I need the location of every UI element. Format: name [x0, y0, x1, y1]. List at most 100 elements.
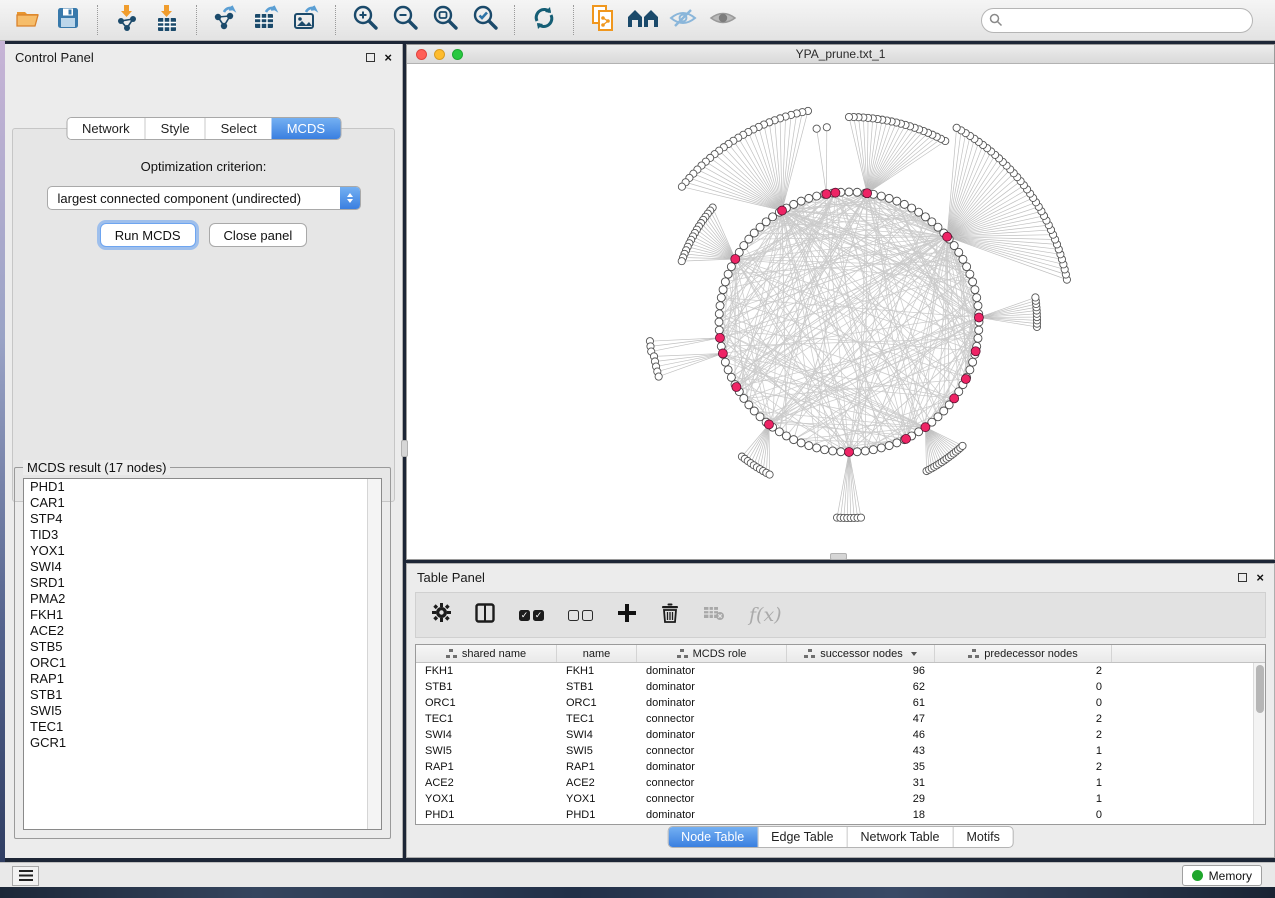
table-row[interactable]: SWI5SWI5connector431 — [416, 743, 1265, 759]
graph-node[interactable] — [853, 448, 861, 456]
table-row[interactable]: YOX1YOX1connector291 — [416, 791, 1265, 807]
graph-node[interactable] — [805, 442, 813, 450]
graph-node[interactable] — [869, 446, 877, 454]
column-header-mcds-role[interactable]: MCDS role — [637, 645, 787, 662]
column-header-shared-name[interactable]: shared name — [416, 645, 557, 662]
table-cell[interactable]: connector — [637, 711, 787, 727]
mcds-result-item[interactable]: SWI4 — [24, 559, 381, 575]
table-cell[interactable]: 62 — [787, 679, 935, 695]
table-cell[interactable]: YOX1 — [416, 791, 557, 807]
open-file-button[interactable] — [11, 4, 45, 36]
export-image-button[interactable] — [289, 4, 323, 36]
table-cell[interactable]: 47 — [787, 711, 935, 727]
mcds-result-item[interactable]: SRD1 — [24, 575, 381, 591]
network-canvas[interactable] — [407, 64, 1274, 559]
zoom-out-button[interactable] — [388, 4, 422, 36]
graph-node[interactable] — [813, 192, 821, 200]
table-row[interactable]: STB1STB1dominator620 — [416, 679, 1265, 695]
table-settings-button[interactable] — [432, 603, 451, 627]
table-cell[interactable]: dominator — [637, 679, 787, 695]
graph-mcds-node[interactable] — [731, 254, 740, 263]
table-cell[interactable]: dominator — [637, 695, 787, 711]
table-scrollbar[interactable] — [1253, 663, 1265, 824]
mcds-result-item[interactable]: FKH1 — [24, 607, 381, 623]
mcds-result-item[interactable]: TEC1 — [24, 719, 381, 735]
table-cell[interactable]: 31 — [787, 775, 935, 791]
graph-node[interactable] — [790, 200, 798, 208]
mcds-result-list[interactable]: PHD1CAR1STP4TID3YOX1SWI4SRD1PMA2FKH1ACE2… — [23, 478, 382, 830]
graph-leaf-node[interactable] — [766, 471, 773, 478]
float-table-panel-icon[interactable] — [1238, 573, 1247, 582]
table-cell[interactable]: RAP1 — [557, 759, 637, 775]
table-cell[interactable]: 2 — [935, 727, 1112, 743]
mcds-result-item[interactable]: PMA2 — [24, 591, 381, 607]
table-cell[interactable]: ORC1 — [557, 695, 637, 711]
network-graph[interactable] — [407, 64, 1274, 559]
graph-node[interactable] — [821, 446, 829, 454]
graph-node[interactable] — [885, 442, 893, 450]
graph-node[interactable] — [908, 204, 916, 212]
table-row[interactable]: PHD1PHD1dominator180 — [416, 807, 1265, 823]
table-cell[interactable]: PHD1 — [557, 807, 637, 823]
close-table-panel-icon[interactable]: × — [1256, 573, 1264, 582]
graph-node[interactable] — [797, 439, 805, 447]
close-panel-button[interactable]: Close panel — [209, 223, 308, 247]
graph-mcds-node[interactable] — [974, 313, 983, 322]
tab-network[interactable]: Network — [67, 118, 145, 139]
export-table-button[interactable] — [249, 4, 283, 36]
graph-node[interactable] — [790, 436, 798, 444]
graph-leaf-node[interactable] — [813, 125, 820, 132]
graph-node[interactable] — [963, 263, 971, 271]
mcds-result-item[interactable]: ORC1 — [24, 655, 381, 671]
table-cell[interactable]: SWI5 — [416, 743, 557, 759]
mcds-result-item[interactable]: RAP1 — [24, 671, 381, 687]
graph-node[interactable] — [721, 358, 729, 366]
mcds-result-item[interactable]: STP4 — [24, 511, 381, 527]
graph-mcds-node[interactable] — [950, 394, 959, 403]
graph-node[interactable] — [877, 444, 885, 452]
graph-mcds-node[interactable] — [764, 420, 773, 429]
table-cell[interactable]: 1 — [935, 743, 1112, 759]
table-cell[interactable]: FKH1 — [416, 663, 557, 679]
select-all-button[interactable]: ✓ ✓ — [519, 610, 544, 621]
column-header-predecessor-nodes[interactable]: predecessor nodes — [935, 645, 1112, 662]
graph-mcds-node[interactable] — [718, 349, 727, 358]
graph-mcds-node[interactable] — [863, 189, 872, 198]
graph-node[interactable] — [975, 326, 983, 334]
table-scrollbar-thumb[interactable] — [1256, 665, 1264, 713]
apply-layout-button[interactable] — [527, 4, 561, 36]
table-cell[interactable]: STB1 — [557, 679, 637, 695]
graph-node[interactable] — [727, 373, 735, 381]
network-window-titlebar[interactable]: YPA_prune.txt_1 — [407, 45, 1274, 64]
table-cell[interactable]: TEC1 — [416, 711, 557, 727]
table-cell[interactable]: connector — [637, 791, 787, 807]
graph-node[interactable] — [845, 188, 853, 196]
import-network-button[interactable] — [110, 4, 144, 36]
zoom-selected-button[interactable] — [468, 4, 502, 36]
graph-mcds-node[interactable] — [901, 434, 910, 443]
graph-leaf-node[interactable] — [1032, 294, 1039, 301]
table-cell[interactable]: connector — [637, 775, 787, 791]
graph-node[interactable] — [971, 286, 979, 294]
mcds-result-item[interactable]: TID3 — [24, 527, 381, 543]
graph-node[interactable] — [724, 366, 732, 374]
table-cell[interactable]: YOX1 — [557, 791, 637, 807]
graph-node[interactable] — [805, 194, 813, 202]
table-cell[interactable]: ORC1 — [416, 695, 557, 711]
export-network-button[interactable] — [209, 4, 243, 36]
graph-node[interactable] — [715, 326, 723, 334]
table-cell[interactable]: 96 — [787, 663, 935, 679]
graph-node[interactable] — [813, 444, 821, 452]
table-cell[interactable]: 2 — [935, 759, 1112, 775]
table-cell[interactable]: ACE2 — [416, 775, 557, 791]
graph-node[interactable] — [966, 270, 974, 278]
toggle-columns-button[interactable] — [475, 603, 495, 628]
graph-node[interactable] — [716, 302, 724, 310]
graph-leaf-node[interactable] — [655, 373, 662, 380]
graph-mcds-node[interactable] — [822, 189, 831, 198]
graph-leaf-node[interactable] — [953, 124, 960, 131]
graph-node[interactable] — [885, 194, 893, 202]
delete-button[interactable] — [661, 603, 679, 628]
graph-node[interactable] — [797, 197, 805, 205]
graph-node[interactable] — [721, 278, 729, 286]
